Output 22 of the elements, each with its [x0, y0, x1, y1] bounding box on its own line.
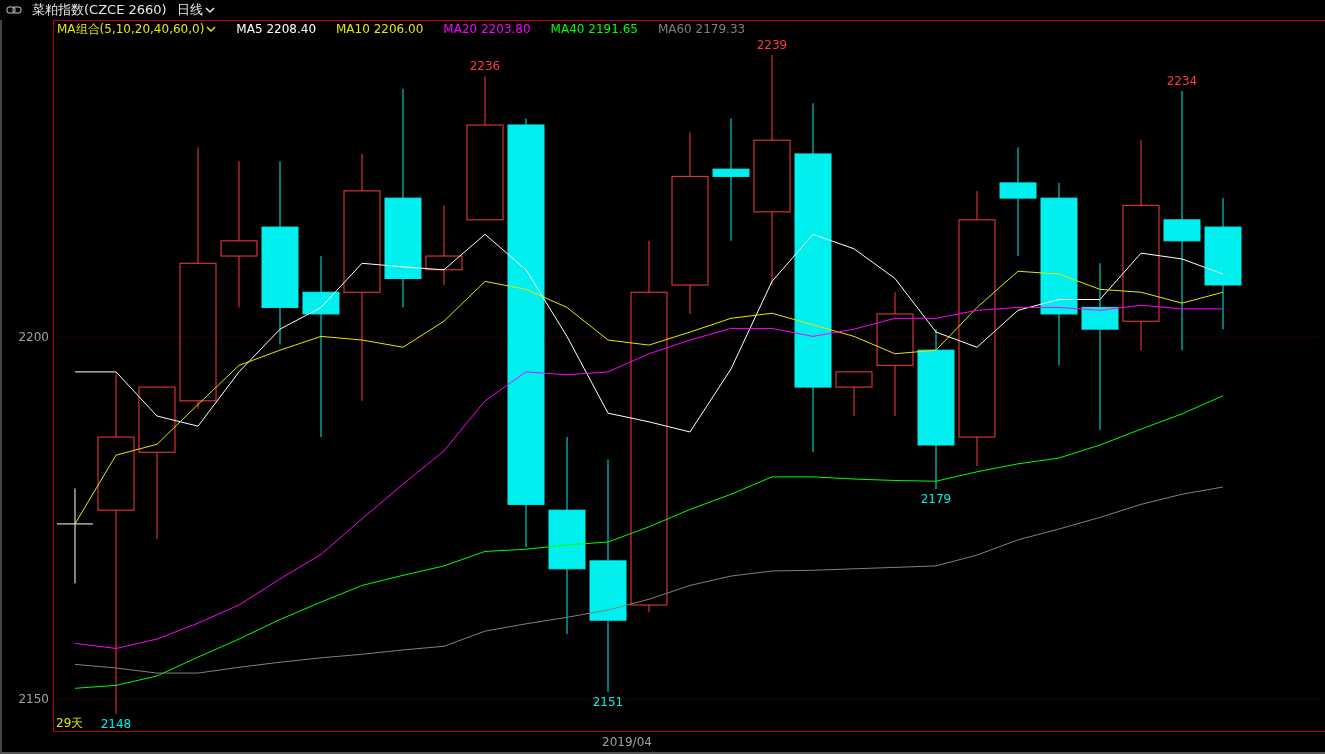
low-price-label: 2179 — [920, 492, 952, 507]
link-icon — [6, 6, 22, 14]
x-axis-label: 2019/04 — [602, 735, 652, 749]
instrument-title: 菜粕指数(CZCE 2660) — [32, 1, 167, 19]
low-price-label: 2148 — [100, 716, 132, 731]
low-price-label: 2151 — [592, 694, 624, 709]
legend-item: MA20 2203.80 — [443, 22, 531, 36]
chevron-down-icon — [206, 25, 217, 33]
legend-item: MA10 2206.00 — [336, 22, 424, 36]
high-price-label: 2236 — [469, 59, 501, 74]
legend-item: MA40 2191.65 — [550, 22, 638, 36]
rising-candle — [835, 371, 873, 417]
period-selector[interactable]: 日线 — [176, 1, 215, 19]
legend-item: MA5 2208.40 — [236, 22, 316, 36]
day-count: 29天 — [56, 716, 84, 730]
high-price-label: 2239 — [756, 37, 788, 52]
high-price-label: 2234 — [1166, 73, 1198, 88]
chevron-down-icon — [204, 6, 215, 14]
y-axis-label: 2200 — [18, 330, 49, 345]
y-axis-label: 2150 — [18, 692, 49, 707]
ma-group-selector[interactable]: MA组合(5,10,20,40,60,0) — [57, 20, 217, 38]
legend-item: MA60 2179.33 — [657, 22, 746, 36]
